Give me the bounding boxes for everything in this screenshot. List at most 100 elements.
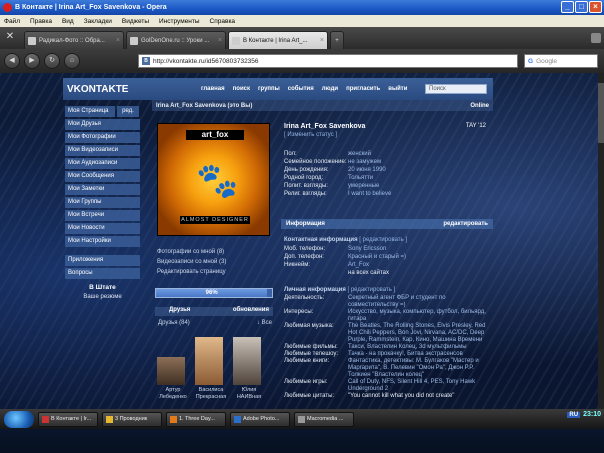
videos-with-me-link[interactable]: Видеозаписи со мной (3) (157, 259, 273, 265)
sidebar-item-notes[interactable]: Мои Заметки (65, 184, 140, 195)
menu-widgets[interactable]: Виджеты (122, 18, 149, 25)
tab-radikal[interactable]: Радикал-Фото :: Обра... × (24, 31, 124, 49)
task-player[interactable]: 1. Three Day... (166, 411, 226, 427)
tools-icon[interactable]: ✕ (3, 31, 17, 45)
info-row: Моб. телефон: Sony Ericsson (284, 246, 387, 252)
personal-edit-link[interactable]: [ редактировать ] (348, 287, 396, 293)
sidebar-item-questions[interactable]: Вопросы (65, 268, 140, 279)
vk-favicon-icon: B (142, 57, 150, 65)
search-engine-field[interactable]: G Google (524, 54, 598, 68)
info-row: Родной город: Тольятти (284, 175, 374, 181)
friend-name[interactable]: Артур Лебеденко (157, 387, 189, 401)
close-icon[interactable]: × (589, 1, 602, 13)
friends-updates-link[interactable]: обновления (233, 307, 269, 316)
sidebar-item-apps[interactable]: Приложения (65, 255, 140, 266)
nav-invite[interactable]: пригласить (346, 86, 380, 92)
friend-card[interactable]: Юлия НАИВная (233, 337, 265, 401)
menu-view[interactable]: Вид (62, 18, 74, 25)
task-macromedia[interactable]: Macromedia ... (294, 411, 354, 427)
tab-label: В Контакте | Irina Art_... (243, 37, 308, 44)
edit-page-link[interactable]: Редактировать страницу (157, 269, 273, 275)
address-bar: ◀ ▶ ↻ ⌂ B http://vkontakte.ru/id56708037… (0, 49, 604, 73)
friend-photo[interactable] (157, 357, 185, 385)
taskbar: В Контакте | Ir... 3 Проводник 1. Three … (0, 409, 604, 453)
nav-events[interactable]: события (288, 86, 314, 92)
nav-people[interactable]: люди (322, 86, 338, 92)
friend-photo[interactable] (233, 337, 261, 385)
info-section-edit[interactable]: редактировать (443, 221, 488, 227)
friend-card[interactable]: Василиса Прекрасная (195, 337, 227, 401)
profile-header: Irina Art_Fox Savenkova (это Вы) Online (152, 100, 493, 111)
sidebar-item-photos[interactable]: Мои Фотографии (65, 132, 140, 143)
forward-icon[interactable]: ▶ (24, 53, 40, 69)
task-photoshop[interactable]: Adobe Photo... (230, 411, 290, 427)
opera-icon (42, 415, 49, 423)
nav-home[interactable]: главная (201, 86, 225, 92)
tab-goldenone[interactable]: GolDenOne.ru :: Уроки ... × (126, 31, 226, 49)
info-row: Любимые игры: Call of Duty, NFS, Silent H… (284, 379, 476, 392)
window-title: В Контакте | Irina Art_Fox Savenkova - O… (15, 4, 167, 11)
photos-with-me-link[interactable]: Фотографии со мной (8) (157, 249, 273, 255)
menu-bar: Файл Правка Вид Закладки Виджеты Инструм… (0, 15, 604, 27)
profile-progress-bar: 96% (155, 288, 273, 298)
friend-name[interactable]: Юлия НАИВная (233, 387, 265, 401)
friends-subheader: Друзья (84) ↓ Все (158, 320, 272, 326)
profile-links: Фотографии со мной (8) Видеозаписи со мн… (157, 249, 273, 279)
info-row: Интересы: Искусство, музыка, компьютер, ф… (284, 309, 486, 322)
info-row: Деятельность: Секретный агент ФБР и студе… (284, 295, 446, 308)
menu-bookmarks[interactable]: Закладки (84, 18, 112, 25)
task-explorer[interactable]: 3 Проводник (102, 411, 162, 427)
trash-icon[interactable] (591, 33, 601, 43)
home-icon[interactable]: ⌂ (64, 53, 80, 69)
clock[interactable]: 23:10 (583, 411, 601, 418)
avatar[interactable]: art_fox 🐾 ALMOST DESIGNER (157, 123, 270, 236)
url-field[interactable]: B http://vkontakte.ru/id5670803732356 (138, 54, 518, 68)
maximize-icon[interactable]: □ (575, 1, 588, 13)
sidebar-item-events[interactable]: Мои Встречи (65, 210, 140, 221)
reload-icon[interactable]: ↻ (44, 53, 60, 69)
sidebar-item-groups[interactable]: Мои Группы (65, 197, 140, 208)
friends-all-link[interactable]: ↓ Все (257, 320, 272, 326)
new-tab-button[interactable]: + (330, 31, 344, 49)
sidebar: Моя Страница ред. Мои Друзья Мои Фотогра… (65, 106, 140, 300)
sidebar-item-audio[interactable]: Мои Аудиозаписи (65, 158, 140, 169)
vk-logo[interactable]: VKONTAKTE (63, 84, 143, 95)
friends-count[interactable]: Друзья (84) (158, 320, 190, 326)
sidebar-resume-link[interactable]: Ваше резюме (65, 294, 140, 300)
url-text: http://vkontakte.ru/id5670803732356 (153, 57, 259, 65)
menu-edit[interactable]: Правка (30, 18, 52, 25)
nav-groups[interactable]: группы (258, 86, 280, 92)
tab-close-icon[interactable]: × (218, 37, 222, 44)
sidebar-item-news[interactable]: Мои Новости (65, 223, 140, 234)
menu-help[interactable]: Справка (210, 18, 236, 25)
task-vkontakte[interactable]: В Контакте | Ir... (38, 411, 98, 427)
info-row: Полит. взгляды: умеренные (284, 183, 380, 189)
minimize-icon[interactable]: _ (561, 1, 574, 13)
sidebar-item-videos[interactable]: Мои Видеозаписи (65, 145, 140, 156)
contact-edit-link[interactable]: [ редактировать ] (359, 237, 407, 243)
progress-fill: 96% (156, 289, 268, 297)
start-button[interactable] (4, 410, 34, 428)
sidebar-section-title: В Штате (89, 284, 116, 291)
nav-logout[interactable]: выйти (388, 86, 407, 92)
sidebar-item-messages[interactable]: Мои Сообщения (65, 171, 140, 182)
vk-search-input[interactable]: Поиск (425, 84, 487, 94)
nav-search[interactable]: поиск (233, 86, 250, 92)
contact-info: Контактная информация [ редактировать ] … (284, 237, 494, 277)
page-scrollbar[interactable] (598, 73, 604, 409)
tab-close-icon[interactable]: × (116, 37, 120, 44)
sidebar-item-friends[interactable]: Мои Друзья (65, 119, 140, 130)
back-icon[interactable]: ◀ (4, 53, 20, 69)
menu-tools[interactable]: Инструменты (159, 18, 200, 25)
friend-photo[interactable] (195, 337, 223, 385)
sidebar-item-settings[interactable]: Мои Настройки (65, 236, 140, 247)
friend-card[interactable]: Артур Лебеденко (157, 337, 189, 401)
menu-file[interactable]: Файл (4, 18, 20, 25)
tab-vkontakte[interactable]: В Контакте | Irina Art_... × (228, 31, 328, 49)
sidebar-item-my-page[interactable]: Моя Страница (65, 106, 115, 117)
language-indicator[interactable]: RU (567, 411, 581, 418)
friend-name[interactable]: Василиса Прекрасная (195, 387, 227, 401)
scrollbar-thumb[interactable] (598, 83, 604, 143)
sidebar-edit-link[interactable]: ред. (117, 106, 139, 117)
tab-close-icon[interactable]: × (320, 37, 324, 44)
